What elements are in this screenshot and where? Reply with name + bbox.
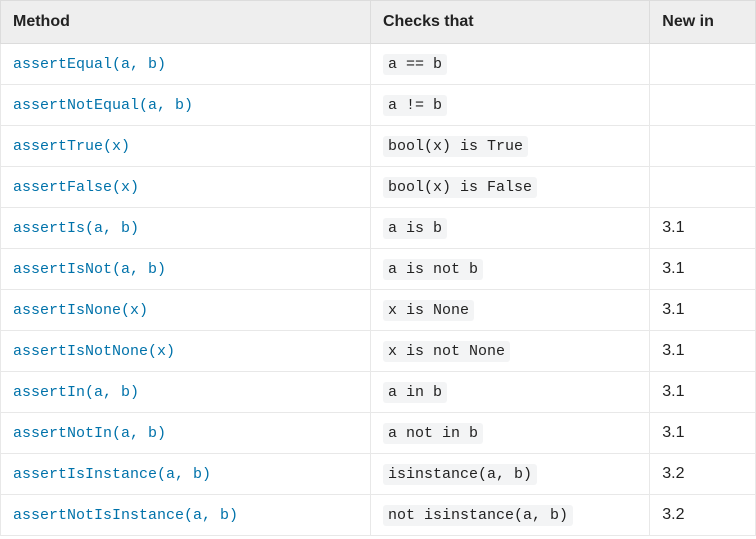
table-row: assertTrue(x) bool(x) is True: [1, 126, 756, 167]
method-cell: assertNotEqual(a, b): [1, 85, 371, 126]
table-row: assertNotIsInstance(a, b) not isinstance(…: [1, 495, 756, 536]
method-cell: assertNotIn(a, b): [1, 413, 371, 454]
method-cell: assertTrue(x): [1, 126, 371, 167]
newin-cell: [650, 167, 756, 208]
table-row: assertIsNone(x) x is None 3.1: [1, 290, 756, 331]
checks-code: a == b: [383, 54, 447, 75]
checks-code: bool(x) is False: [383, 177, 537, 198]
method-cell: assertIsNone(x): [1, 290, 371, 331]
checks-cell: a not in b: [370, 413, 649, 454]
table-row: assertNotEqual(a, b) a != b: [1, 85, 756, 126]
header-checks: Checks that: [370, 1, 649, 44]
checks-cell: bool(x) is True: [370, 126, 649, 167]
checks-code: a is not b: [383, 259, 483, 280]
header-newin: New in: [650, 1, 756, 44]
checks-cell: a is not b: [370, 249, 649, 290]
newin-cell: [650, 126, 756, 167]
newin-cell: [650, 44, 756, 85]
checks-cell: a == b: [370, 44, 649, 85]
version-text: 3.1: [662, 342, 684, 359]
table-row: assertIsNotNone(x) x is not None 3.1: [1, 331, 756, 372]
method-link[interactable]: assertIsNot(a, b): [13, 261, 166, 278]
checks-code: isinstance(a, b): [383, 464, 537, 485]
checks-cell: x is not None: [370, 331, 649, 372]
newin-cell: 3.2: [650, 495, 756, 536]
checks-cell: not isinstance(a, b): [370, 495, 649, 536]
version-text: 3.1: [662, 260, 684, 277]
table-row: assertIsNot(a, b) a is not b 3.1: [1, 249, 756, 290]
method-link[interactable]: assertEqual(a, b): [13, 56, 166, 73]
checks-code: a not in b: [383, 423, 483, 444]
checks-cell: a != b: [370, 85, 649, 126]
checks-code: a != b: [383, 95, 447, 116]
method-link[interactable]: assertIn(a, b): [13, 384, 139, 401]
method-cell: assertFalse(x): [1, 167, 371, 208]
version-text: 3.2: [662, 465, 684, 482]
table-row: assertIsInstance(a, b) isinstance(a, b) 3.…: [1, 454, 756, 495]
checks-cell: isinstance(a, b): [370, 454, 649, 495]
version-text: 3.1: [662, 383, 684, 400]
table-body: assertEqual(a, b) a == b assertNotEqual(a,…: [1, 44, 756, 536]
method-link[interactable]: assertIs(a, b): [13, 220, 139, 237]
table-header-row: Method Checks that New in: [1, 1, 756, 44]
checks-code: not isinstance(a, b): [383, 505, 573, 526]
checks-cell: x is None: [370, 290, 649, 331]
table-row: assertIn(a, b) a in b 3.1: [1, 372, 756, 413]
checks-code: x is not None: [383, 341, 510, 362]
method-cell: assertNotIsInstance(a, b): [1, 495, 371, 536]
method-cell: assertIs(a, b): [1, 208, 371, 249]
header-method: Method: [1, 1, 371, 44]
method-cell: assertIsNot(a, b): [1, 249, 371, 290]
newin-cell: 3.1: [650, 372, 756, 413]
assert-methods-table: Method Checks that New in assertEqual(a,…: [0, 0, 756, 536]
method-link[interactable]: assertNotEqual(a, b): [13, 97, 193, 114]
method-link[interactable]: assertFalse(x): [13, 179, 139, 196]
method-link[interactable]: assertIsNotNone(x): [13, 343, 175, 360]
checks-cell: bool(x) is False: [370, 167, 649, 208]
checks-code: bool(x) is True: [383, 136, 528, 157]
newin-cell: 3.1: [650, 413, 756, 454]
method-cell: assertIsInstance(a, b): [1, 454, 371, 495]
method-link[interactable]: assertTrue(x): [13, 138, 130, 155]
version-text: 3.1: [662, 301, 684, 318]
table-row: assertEqual(a, b) a == b: [1, 44, 756, 85]
newin-cell: [650, 85, 756, 126]
version-text: 3.1: [662, 219, 684, 236]
version-text: 3.2: [662, 506, 684, 523]
method-cell: assertIn(a, b): [1, 372, 371, 413]
checks-cell: a in b: [370, 372, 649, 413]
method-link[interactable]: assertIsInstance(a, b): [13, 466, 211, 483]
checks-code: a in b: [383, 382, 447, 403]
newin-cell: 3.1: [650, 249, 756, 290]
checks-code: x is None: [383, 300, 474, 321]
version-text: 3.1: [662, 424, 684, 441]
newin-cell: 3.1: [650, 208, 756, 249]
table-row: assertIs(a, b) a is b 3.1: [1, 208, 756, 249]
table-row: assertNotIn(a, b) a not in b 3.1: [1, 413, 756, 454]
method-cell: assertIsNotNone(x): [1, 331, 371, 372]
method-link[interactable]: assertNotIsInstance(a, b): [13, 507, 238, 524]
method-link[interactable]: assertIsNone(x): [13, 302, 148, 319]
checks-code: a is b: [383, 218, 447, 239]
method-link[interactable]: assertNotIn(a, b): [13, 425, 166, 442]
newin-cell: 3.1: [650, 331, 756, 372]
newin-cell: 3.1: [650, 290, 756, 331]
table-row: assertFalse(x) bool(x) is False: [1, 167, 756, 208]
newin-cell: 3.2: [650, 454, 756, 495]
checks-cell: a is b: [370, 208, 649, 249]
method-cell: assertEqual(a, b): [1, 44, 371, 85]
